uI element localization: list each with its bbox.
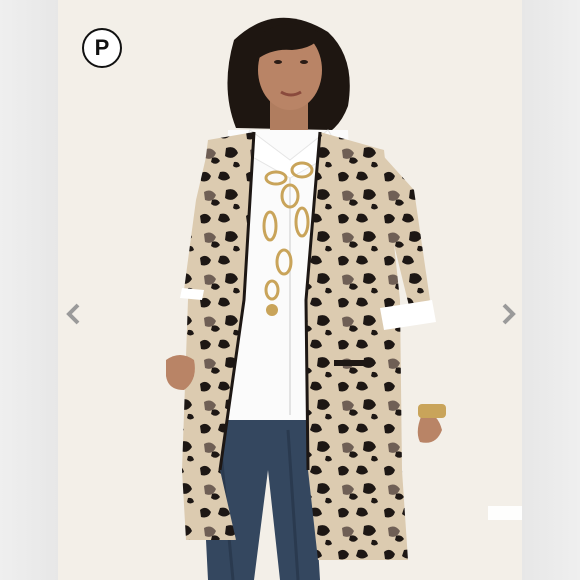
brand-badge[interactable]: P	[82, 28, 122, 68]
model-illustration	[58, 0, 522, 580]
chevron-left-icon	[66, 303, 80, 325]
image-overlay-tab	[488, 506, 522, 520]
next-image-button[interactable]	[496, 300, 520, 328]
left-gutter	[0, 0, 58, 580]
product-photo[interactable]	[58, 0, 522, 580]
chevron-right-icon	[502, 303, 516, 325]
right-gutter	[522, 0, 580, 580]
previous-image-button[interactable]	[62, 300, 86, 328]
